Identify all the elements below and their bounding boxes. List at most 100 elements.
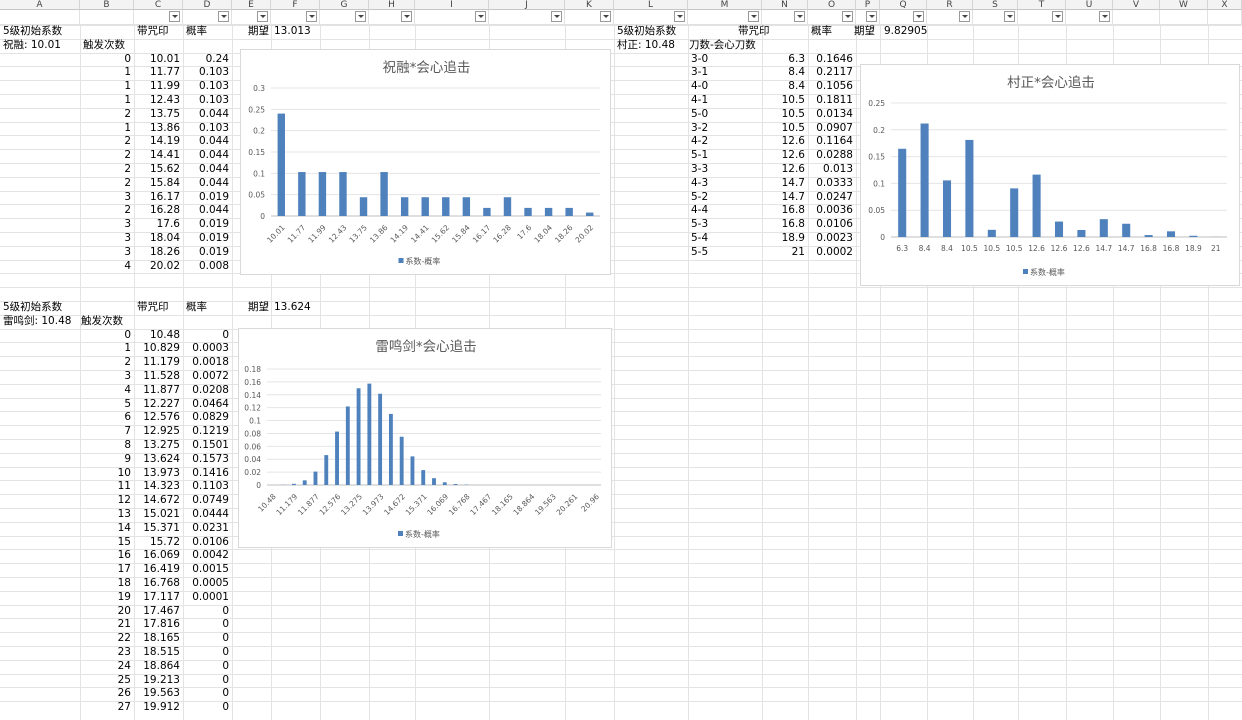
trigger-count[interactable]: 15: [80, 536, 131, 550]
filter-dropdown-icon[interactable]: [401, 11, 412, 22]
probability[interactable]: 0.044: [183, 108, 229, 122]
bar[interactable]: [421, 197, 429, 216]
column-header[interactable]: V: [1113, 0, 1160, 10]
probability[interactable]: 0.0036: [808, 204, 853, 218]
seal-coefficient[interactable]: 14.41: [134, 149, 180, 163]
seal-coefficient[interactable]: 14.7: [762, 191, 805, 205]
filter-dropdown-icon[interactable]: [1099, 11, 1110, 22]
column-header[interactable]: S: [973, 0, 1018, 10]
probability[interactable]: 0.0288: [808, 149, 853, 163]
expectation-value[interactable]: 13.624: [274, 301, 311, 315]
trigger-count[interactable]: 2: [80, 356, 131, 370]
seal-coefficient[interactable]: 15.021: [134, 508, 180, 522]
probability[interactable]: 0.019: [183, 218, 229, 232]
expectation-label[interactable]: 期望: [248, 301, 269, 315]
blade-combo[interactable]: 5-4: [691, 232, 708, 246]
bar[interactable]: [442, 482, 447, 485]
filter-dropdown-icon[interactable]: [600, 11, 611, 22]
bar[interactable]: [544, 207, 553, 216]
blade-combo[interactable]: 5-3: [691, 218, 708, 232]
seal-coefficient[interactable]: 10.48: [134, 329, 180, 343]
filter-dropdown-icon[interactable]: [475, 11, 486, 22]
trigger-count[interactable]: 2: [80, 135, 131, 149]
probability[interactable]: 0: [183, 687, 229, 701]
probability[interactable]: 0.0018: [183, 356, 229, 370]
column-header[interactable]: A: [0, 0, 80, 10]
bar[interactable]: [356, 388, 361, 485]
trigger-count[interactable]: 3: [80, 246, 131, 260]
trigger-count[interactable]: 18: [80, 577, 131, 591]
bar[interactable]: [1122, 223, 1131, 237]
column-header[interactable]: J: [489, 0, 565, 10]
trigger-count[interactable]: 2: [80, 149, 131, 163]
trigger-count[interactable]: 12: [80, 494, 131, 508]
trigger-count[interactable]: 3: [80, 218, 131, 232]
trigger-count[interactable]: 22: [80, 632, 131, 646]
seal-coefficient[interactable]: 12.6: [762, 149, 805, 163]
bar[interactable]: [524, 207, 532, 216]
column-header[interactable]: M: [688, 0, 762, 10]
column-header[interactable]: F: [271, 0, 320, 10]
seal-coefficient[interactable]: 16.17: [134, 191, 180, 205]
seal-coefficient[interactable]: 11.99: [134, 80, 180, 94]
trigger-count[interactable]: 8: [80, 439, 131, 453]
blade-combo[interactable]: 4-4: [691, 204, 708, 218]
probability[interactable]: 0: [183, 605, 229, 619]
column-header[interactable]: O: [808, 0, 856, 10]
column-title[interactable]: 触发次数: [81, 315, 123, 329]
probability[interactable]: 0.0231: [183, 522, 229, 536]
probability[interactable]: 0.019: [183, 246, 229, 260]
bar[interactable]: [432, 478, 436, 485]
seal-coefficient[interactable]: 18.9: [762, 232, 805, 246]
blade-combo[interactable]: 5-2: [691, 191, 708, 205]
filter-dropdown-icon[interactable]: [842, 11, 853, 22]
column-header[interactable]: T: [1018, 0, 1066, 10]
column-title[interactable]: 概率: [186, 301, 207, 315]
seal-coefficient[interactable]: 18.864: [134, 660, 180, 674]
bar[interactable]: [442, 197, 450, 216]
blade-combo[interactable]: 4-2: [691, 135, 708, 149]
bar[interactable]: [565, 207, 573, 216]
trigger-count[interactable]: 3: [80, 370, 131, 384]
blade-combo[interactable]: 4-3: [691, 177, 708, 191]
column-header[interactable]: G: [320, 0, 369, 10]
trigger-count[interactable]: 9: [80, 453, 131, 467]
seal-coefficient[interactable]: 18.26: [134, 246, 180, 260]
trigger-count[interactable]: 0: [80, 53, 131, 67]
initial-coefficient[interactable]: 村正: 10.48: [617, 39, 675, 53]
bar[interactable]: [302, 480, 307, 485]
bar[interactable]: [359, 197, 368, 216]
filter-dropdown-icon[interactable]: [794, 11, 805, 22]
filter-dropdown-icon[interactable]: [748, 11, 759, 22]
probability[interactable]: 0: [183, 618, 229, 632]
trigger-count[interactable]: 13: [80, 508, 131, 522]
blade-combo[interactable]: 5-1: [691, 149, 708, 163]
seal-coefficient[interactable]: 11.877: [134, 384, 180, 398]
column-header[interactable]: K: [565, 0, 614, 10]
seal-coefficient[interactable]: 14.323: [134, 480, 180, 494]
bar[interactable]: [367, 383, 372, 485]
probability[interactable]: 0: [183, 632, 229, 646]
probability[interactable]: 0: [183, 329, 229, 343]
column-header[interactable]: C: [134, 0, 183, 10]
seal-coefficient[interactable]: 15.84: [134, 177, 180, 191]
blade-combo[interactable]: 4-1: [691, 94, 708, 108]
seal-coefficient[interactable]: 10.01: [134, 53, 180, 67]
seal-coefficient[interactable]: 18.04: [134, 232, 180, 246]
bar[interactable]: [1032, 174, 1041, 237]
probability[interactable]: 0.1164: [808, 135, 853, 149]
bar[interactable]: [291, 483, 296, 485]
probability[interactable]: 0.1219: [183, 425, 229, 439]
column-header[interactable]: L: [614, 0, 688, 10]
probability[interactable]: 0: [183, 674, 229, 688]
probability[interactable]: 0.1501: [183, 439, 229, 453]
seal-coefficient[interactable]: 10.5: [762, 122, 805, 136]
probability[interactable]: 0.2117: [808, 66, 853, 80]
trigger-count[interactable]: 4: [80, 260, 131, 274]
seal-coefficient[interactable]: 13.624: [134, 453, 180, 467]
probability[interactable]: 0.1573: [183, 453, 229, 467]
seal-coefficient[interactable]: 12.576: [134, 411, 180, 425]
probability[interactable]: 0.013: [808, 163, 853, 177]
trigger-count[interactable]: 2: [80, 163, 131, 177]
column-header[interactable]: H: [369, 0, 415, 10]
